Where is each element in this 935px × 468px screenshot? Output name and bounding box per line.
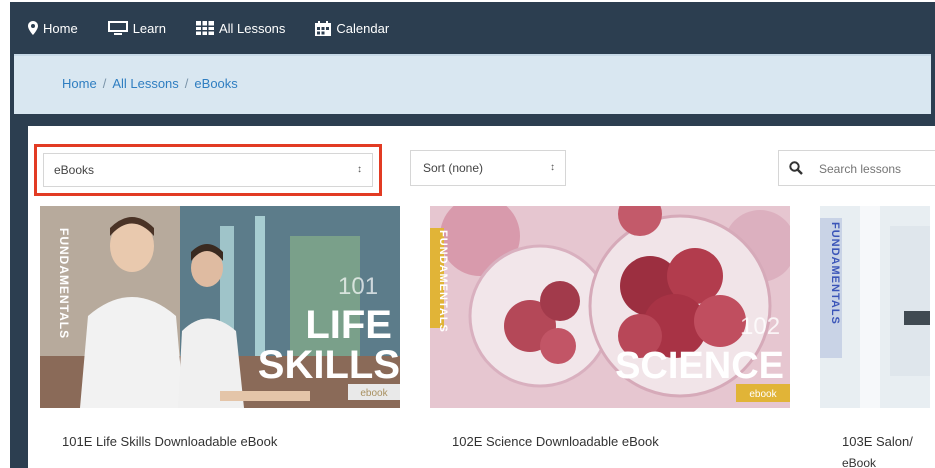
- lesson-title[interactable]: 101E Life Skills Downloadable eBook: [62, 434, 277, 449]
- category-select-value: eBooks: [54, 163, 95, 177]
- sort-select-value: Sort (none): [423, 161, 484, 175]
- lesson-subtitle: eBook: [842, 456, 877, 468]
- lesson-card[interactable]: FUNDAMENTALS 101 LIFE SKILLS ebook 101E …: [40, 206, 400, 468]
- cover-image-salon[interactable]: FUNDAMENTALS: [820, 206, 930, 408]
- cover-tag: ebook: [749, 389, 777, 400]
- lesson-title[interactable]: 102E Science Downloadable eBook: [452, 434, 659, 449]
- sort-select[interactable]: Sort (none) ↕: [410, 150, 566, 186]
- search-input[interactable]: [817, 157, 935, 181]
- breadcrumb-separator: /: [184, 76, 189, 91]
- nav-calendar[interactable]: Calendar: [315, 20, 390, 36]
- grid-icon: [195, 21, 214, 35]
- search-icon: [789, 161, 803, 180]
- lesson-list: eBooks ↕ Sort (none) ↕ Search lessons FU…: [28, 126, 935, 468]
- breadcrumb-all-lessons[interactable]: All Lessons: [112, 76, 178, 91]
- nav-home-label: Home: [43, 20, 78, 36]
- app-frame: Home Learn All Lessons Calendar Home / All…: [10, 2, 935, 468]
- nav-calendar-label: Calendar: [336, 20, 390, 36]
- cover-image-life-skills[interactable]: FUNDAMENTALS 101 LIFE SKILLS ebook: [40, 206, 400, 408]
- top-nav: Home Learn All Lessons Calendar: [10, 2, 935, 54]
- cover-line-1: SCIENCE: [615, 345, 784, 387]
- lesson-title[interactable]: 103E Salon/: [842, 434, 913, 449]
- nav-learn[interactable]: Learn: [107, 20, 166, 36]
- calendar-icon: [315, 20, 332, 36]
- cover-series: FUNDAMENTALS: [437, 230, 449, 333]
- highlight-box: eBooks ↕: [34, 144, 382, 196]
- cover-tag: ebook: [360, 388, 388, 399]
- lesson-card[interactable]: FUNDAMENTALS 103E Salon/ eBook: [820, 206, 935, 468]
- cover-number: 101: [338, 273, 378, 300]
- breadcrumb: Home / All Lessons / eBooks: [62, 76, 238, 91]
- cover-line-2: SKILLS: [258, 343, 400, 387]
- select-arrows-icon: ↕: [357, 164, 362, 175]
- cover-line-1: LIFE: [305, 303, 392, 347]
- cover-series: FUNDAMENTALS: [829, 222, 841, 325]
- nav-all-lessons-label: All Lessons: [218, 20, 286, 36]
- cover-image-science[interactable]: FUNDAMENTALS 102 SCIENCE ebook: [430, 206, 790, 408]
- monitor-icon: [107, 21, 128, 35]
- breadcrumb-separator: /: [102, 76, 107, 91]
- map-marker-icon: [28, 21, 38, 35]
- lesson-card[interactable]: FUNDAMENTALS 102 SCIENCE ebook 102E Scie…: [430, 206, 790, 468]
- cover-number: 102: [740, 313, 780, 340]
- breadcrumb-bar: Home / All Lessons / eBooks: [14, 54, 931, 114]
- nav-all-lessons[interactable]: All Lessons: [195, 20, 286, 36]
- select-arrows-icon: ↕: [550, 162, 555, 173]
- breadcrumb-ebooks[interactable]: eBooks: [194, 76, 237, 91]
- breadcrumb-home[interactable]: Home: [62, 76, 97, 91]
- search-box: [778, 150, 935, 186]
- nav-learn-label: Learn: [132, 20, 166, 36]
- nav-home[interactable]: Home: [28, 21, 78, 36]
- cover-series: FUNDAMENTALS: [57, 228, 71, 339]
- category-select[interactable]: eBooks ↕: [43, 153, 373, 187]
